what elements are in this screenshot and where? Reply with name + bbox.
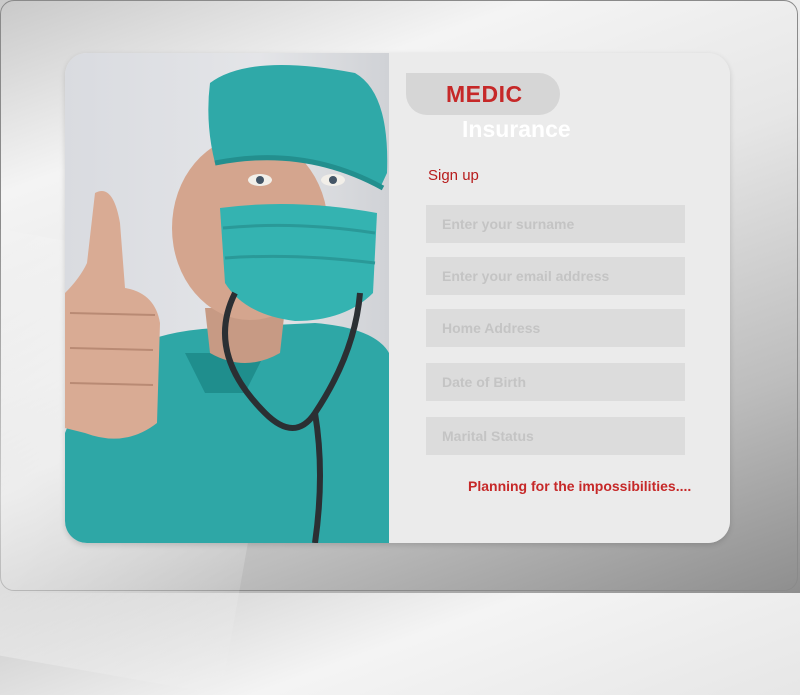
- signup-heading[interactable]: Sign up: [428, 167, 479, 184]
- doctor-illustration: [65, 65, 389, 543]
- signup-card: MEDIC Insurance Sign up Planning for the…: [65, 53, 730, 543]
- email-field[interactable]: [426, 257, 685, 295]
- home-address-field[interactable]: [426, 309, 685, 347]
- brand-subtitle: Insurance: [462, 116, 571, 142]
- tagline: Planning for the impossibilities....: [468, 478, 692, 494]
- date-of-birth-field[interactable]: [426, 363, 685, 401]
- brand-name: MEDIC: [446, 81, 523, 107]
- surname-field[interactable]: [426, 205, 685, 243]
- doctor-photo: [65, 53, 389, 543]
- marital-status-field[interactable]: [426, 417, 685, 455]
